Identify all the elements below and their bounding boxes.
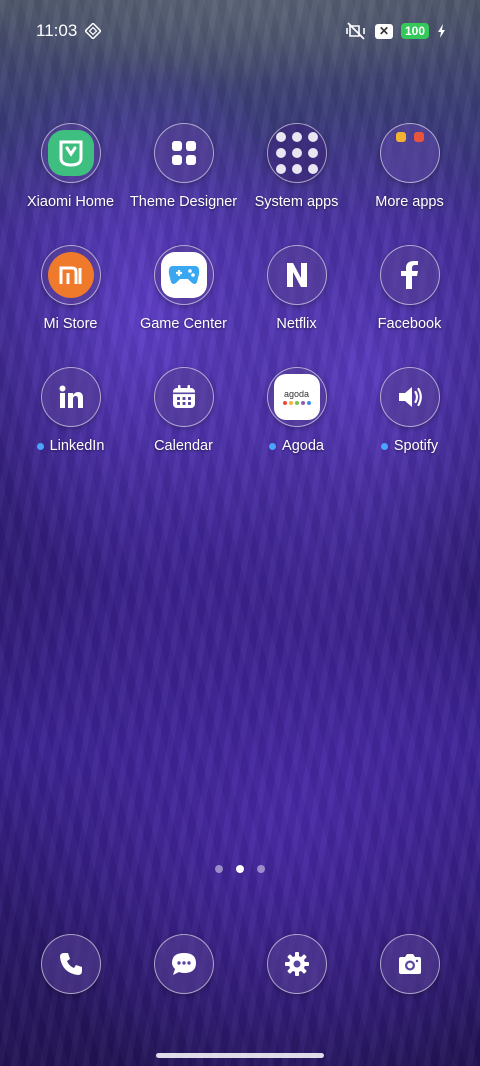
clock: 11:03 [36, 21, 78, 40]
nfc-icon [85, 23, 102, 39]
spotify-icon [379, 367, 440, 427]
home-gesture-bar[interactable] [156, 1053, 324, 1058]
dock-settings[interactable] [240, 934, 353, 994]
agoda-icon: agoda [266, 367, 327, 427]
dock [14, 934, 466, 994]
xiaomi-home-icon [40, 123, 101, 183]
camera-icon [379, 934, 440, 994]
app-label: Game Center [139, 316, 228, 332]
app-label: Netflix [276, 316, 317, 332]
app-label: Theme Designer [129, 194, 238, 210]
app-label: System apps [254, 194, 339, 210]
page-dot[interactable] [215, 865, 223, 873]
app-label: Xiaomi Home [26, 194, 115, 210]
app-label: Agoda [282, 438, 324, 454]
agoda-logo-text: agoda [283, 388, 310, 399]
app-label: Spotify [393, 438, 439, 454]
app-label: LinkedIn [49, 438, 105, 454]
page-dot[interactable] [257, 865, 265, 873]
battery-indicator: 100 [400, 23, 429, 39]
folder-icon [379, 123, 440, 183]
phone-icon [40, 934, 101, 994]
status-bar: 11:03 ✕ 100 [0, 0, 480, 62]
dock-phone[interactable] [14, 934, 127, 994]
app-label: Facebook [377, 316, 442, 332]
data-off-icon: ✕ [374, 23, 393, 39]
facebook-icon [379, 245, 440, 305]
game-center-icon [153, 245, 214, 305]
app-label: Mi Store [43, 316, 98, 332]
app-mi-store[interactable]: Mi Store [14, 245, 127, 367]
app-xiaomi-home[interactable]: Xiaomi Home [14, 123, 127, 245]
theme-designer-icon [153, 123, 214, 183]
notification-dot [269, 442, 277, 450]
messages-icon [153, 934, 214, 994]
page-dot-active[interactable] [236, 865, 244, 873]
notification-dot [36, 442, 44, 450]
notification-dot [380, 442, 388, 450]
settings-icon [266, 934, 327, 994]
dock-camera[interactable] [353, 934, 466, 994]
app-spotify[interactable]: Spotify [353, 367, 466, 489]
app-theme-designer[interactable]: Theme Designer [127, 123, 240, 245]
app-calendar[interactable]: Calendar [127, 367, 240, 489]
app-grid: Xiaomi Home Theme Designer System apps M… [14, 123, 466, 489]
app-facebook[interactable]: Facebook [353, 245, 466, 367]
mute-vibrate-icon [346, 22, 365, 40]
charging-icon [438, 24, 445, 38]
netflix-icon [266, 245, 327, 305]
app-netflix[interactable]: Netflix [240, 245, 353, 367]
mi-store-icon [40, 245, 101, 305]
folder-system-apps[interactable]: System apps [240, 123, 353, 245]
calendar-icon [153, 367, 214, 427]
app-label: More apps [375, 194, 444, 210]
app-agoda[interactable]: agoda Agoda [240, 367, 353, 489]
linkedin-icon [40, 367, 101, 427]
page-indicator[interactable] [0, 865, 480, 873]
app-linkedin[interactable]: LinkedIn [14, 367, 127, 489]
app-game-center[interactable]: Game Center [127, 245, 240, 367]
folder-more-apps[interactable]: More apps [353, 123, 466, 245]
dock-messages[interactable] [127, 934, 240, 994]
folder-icon [266, 123, 327, 183]
app-label: Calendar [154, 438, 213, 454]
